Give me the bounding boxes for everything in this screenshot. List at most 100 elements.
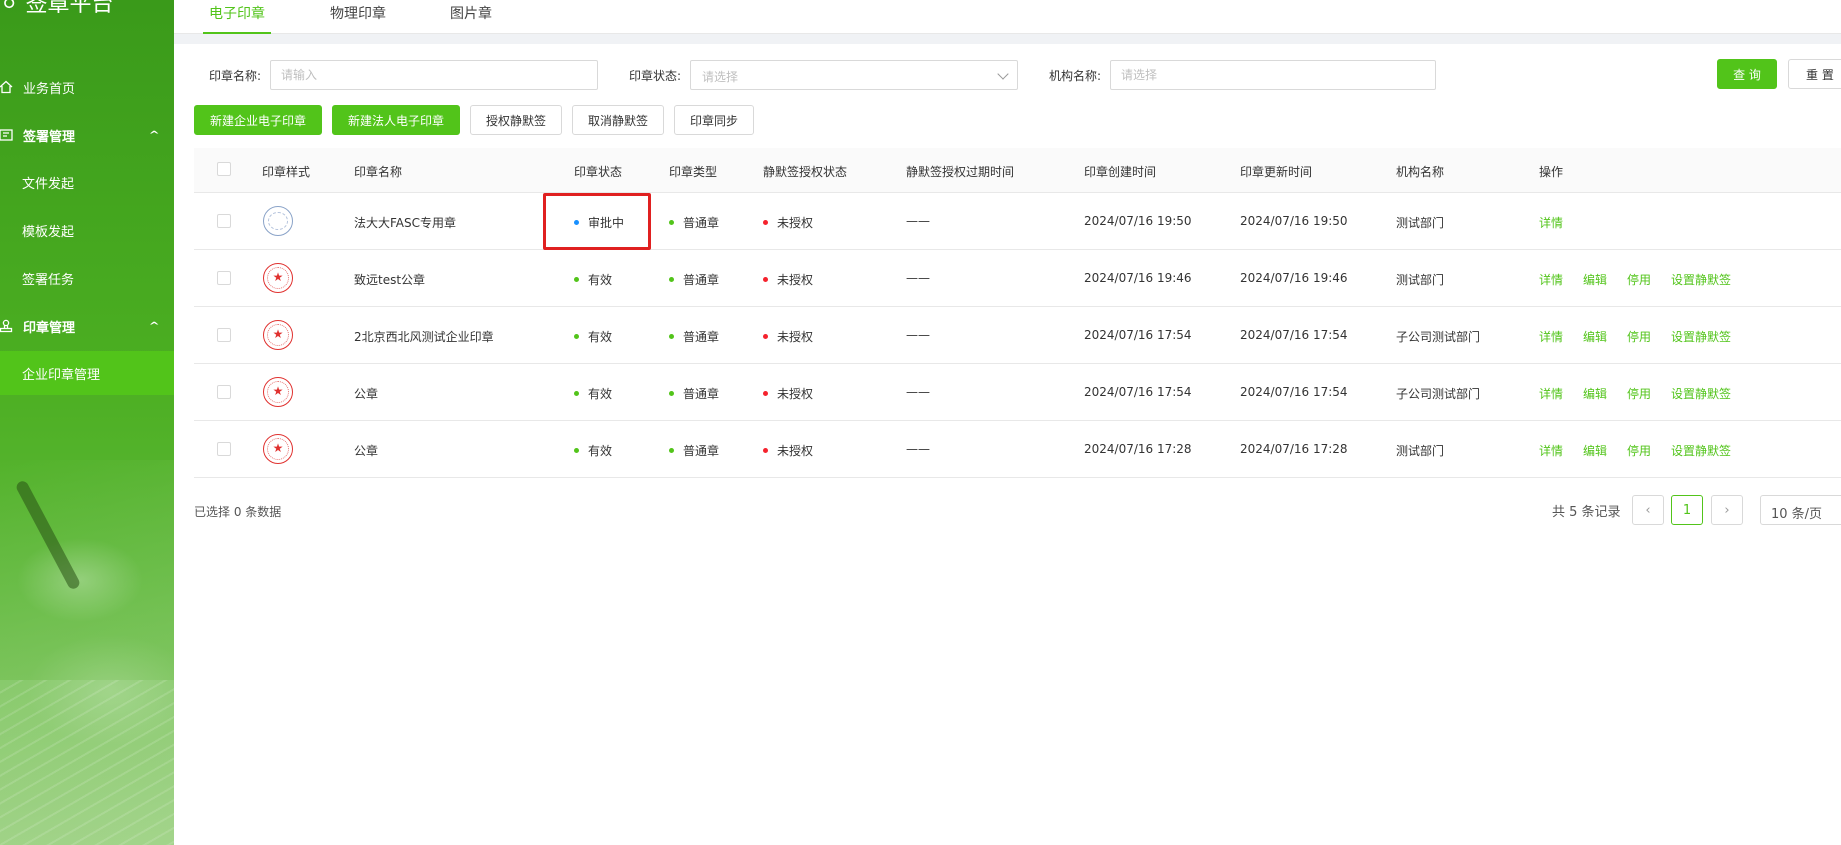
new-legal-seal-button[interactable]: 新建法人电子印章 <box>332 105 460 135</box>
row-checkbox[interactable] <box>217 271 231 285</box>
brand-logo-icon: ⚪ <box>0 0 19 17</box>
created-time: 2024/07/16 17:28 <box>1084 442 1192 456</box>
row-checkbox[interactable] <box>217 385 231 399</box>
row-checkbox[interactable] <box>217 214 231 228</box>
total-records: 共 5 条记录 <box>1552 505 1621 520</box>
detail-link[interactable]: 详情 <box>1539 214 1563 231</box>
org-name-input[interactable] <box>1110 60 1436 90</box>
sidebar-item-label: 业务首页 <box>23 81 76 97</box>
seal-status-label: 印章状态: <box>629 69 682 83</box>
stamp-icon <box>0 127 14 143</box>
star-icon: ★ <box>272 327 284 341</box>
edit-link[interactable]: 编辑 <box>1583 385 1607 402</box>
detail-link[interactable]: 详情 <box>1539 442 1563 459</box>
seal-sync-button[interactable]: 印章同步 <box>674 105 754 135</box>
silent-expire-time: —— <box>906 328 930 342</box>
sidebar-item-sign-tasks[interactable]: 签署任务 <box>0 256 174 300</box>
detail-link[interactable]: 详情 <box>1539 271 1563 288</box>
silent-dot <box>763 448 768 453</box>
table-header: 印章样式 印章名称 印章状态 印章类型 静默签授权状态 静默签授权过期时间 印章… <box>194 148 1841 193</box>
prev-page-button[interactable]: ‹ <box>1632 495 1664 525</box>
created-time: 2024/07/16 19:50 <box>1084 214 1192 228</box>
page-size-select[interactable]: 10 条/页 <box>1760 495 1841 525</box>
table-row: ★ 致远test公章 有效 普通章 未授权 —— 2024/07/16 19:4… <box>194 250 1841 307</box>
chevron-up-icon: ^ <box>148 129 160 141</box>
type-text: 普通章 <box>683 330 720 344</box>
seal-name-input[interactable] <box>270 60 598 90</box>
page-size-value: 10 条/页 <box>1771 507 1823 522</box>
silent-dot <box>763 334 768 339</box>
seal-status-select[interactable]: 请选择 <box>690 60 1018 90</box>
set-silent-sign-link[interactable]: 设置静默签 <box>1671 271 1731 288</box>
chevron-down-icon <box>997 68 1009 80</box>
disable-link[interactable]: 停用 <box>1627 385 1651 402</box>
type-text: 普通章 <box>683 387 720 401</box>
page-number-button[interactable]: 1 <box>1671 495 1703 525</box>
column-header: 机构名称 <box>1396 165 1445 179</box>
sidebar-item-file-initiate[interactable]: 文件发起 <box>0 160 174 204</box>
sidebar-item-label: 签署任务 <box>22 272 75 288</box>
seal-name-label: 印章名称: <box>209 69 262 83</box>
sidebar-group-sign-management[interactable]: 签署管理 ^ <box>0 113 174 157</box>
silent-sign-status: 未授权 <box>763 271 813 288</box>
star-icon: ★ <box>272 441 284 455</box>
selected-count: 已选择 0 条数据 <box>194 505 282 519</box>
sidebar-group-seal-management[interactable]: 印章管理 ^ <box>0 304 174 348</box>
query-button[interactable]: 查 询 <box>1717 59 1777 89</box>
edit-link[interactable]: 编辑 <box>1583 271 1607 288</box>
tab-electronic-seal[interactable]: 电子印章 <box>203 0 271 34</box>
table-row: 法大大FASC专用章 审批中 普通章 未授权 —— 2024/07/16 19:… <box>194 193 1841 250</box>
set-silent-sign-link[interactable]: 设置静默签 <box>1671 328 1731 345</box>
column-header: 印章样式 <box>262 165 311 179</box>
updated-time: 2024/07/16 17:28 <box>1240 442 1348 456</box>
sidebar-item-home[interactable]: 业务首页 <box>0 65 174 109</box>
detail-link[interactable]: 详情 <box>1539 328 1563 345</box>
reset-button[interactable]: 重 置 <box>1788 59 1841 89</box>
seal-status: 有效 <box>574 385 612 402</box>
seal-image <box>263 206 293 236</box>
type-dot <box>669 334 674 339</box>
column-header: 操作 <box>1539 165 1564 179</box>
updated-time: 2024/07/16 17:54 <box>1240 328 1348 342</box>
disable-link[interactable]: 停用 <box>1627 442 1651 459</box>
sidebar-item-label: 印章管理 <box>23 320 76 336</box>
star-icon: ★ <box>272 270 284 284</box>
next-page-button[interactable]: › <box>1711 495 1743 525</box>
seal-name: 致远test公章 <box>354 273 426 287</box>
updated-time: 2024/07/16 19:50 <box>1240 214 1348 228</box>
sidebar-item-template-initiate[interactable]: 模板发起 <box>0 208 174 252</box>
edit-link[interactable]: 编辑 <box>1583 442 1607 459</box>
disable-link[interactable]: 停用 <box>1627 328 1651 345</box>
sidebar-item-enterprise-seal-management[interactable]: 企业印章管理 <box>0 351 174 395</box>
disable-link[interactable]: 停用 <box>1627 271 1651 288</box>
status-text: 有效 <box>588 444 613 458</box>
table-row: ★ 公章 有效 普通章 未授权 —— 2024/07/16 17:28 2024… <box>194 421 1841 478</box>
row-checkbox[interactable] <box>217 328 231 342</box>
app-brand: ⚪ 签章平台 <box>0 0 113 18</box>
row-checkbox[interactable] <box>217 442 231 456</box>
seal-image: ★ <box>263 377 293 407</box>
tab-image-seal[interactable]: 图片章 <box>450 0 492 34</box>
edit-link[interactable]: 编辑 <box>1583 328 1607 345</box>
silent-text: 未授权 <box>777 444 814 458</box>
seal-icon <box>0 318 14 334</box>
updated-time: 2024/07/16 17:54 <box>1240 385 1348 399</box>
status-text: 有效 <box>588 330 613 344</box>
cancel-silent-sign-button[interactable]: 取消静默签 <box>572 105 664 135</box>
tab-physical-seal[interactable]: 物理印章 <box>330 0 386 34</box>
updated-time: 2024/07/16 19:46 <box>1240 271 1348 285</box>
silent-dot <box>763 391 768 396</box>
seal-status: 有效 <box>574 271 612 288</box>
new-enterprise-seal-button[interactable]: 新建企业电子印章 <box>194 105 322 135</box>
status-dot <box>574 277 579 282</box>
set-silent-sign-link[interactable]: 设置静默签 <box>1671 442 1731 459</box>
org-name: 测试部门 <box>1396 444 1445 458</box>
silent-text: 未授权 <box>777 387 814 401</box>
grant-silent-sign-button[interactable]: 授权静默签 <box>470 105 562 135</box>
seal-type: 普通章 <box>669 442 719 459</box>
select-all-checkbox[interactable] <box>217 162 231 176</box>
set-silent-sign-link[interactable]: 设置静默签 <box>1671 385 1731 402</box>
detail-link[interactable]: 详情 <box>1539 385 1563 402</box>
home-icon <box>0 79 14 95</box>
status-dot <box>574 334 579 339</box>
